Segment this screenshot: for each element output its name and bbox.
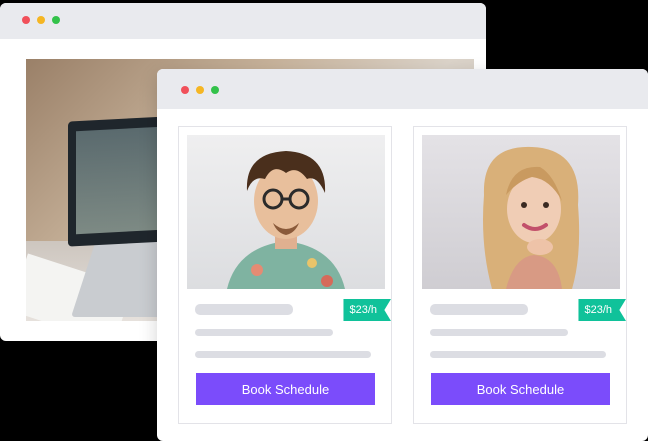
laptop-screen: [68, 116, 168, 247]
tutor-photo: [422, 135, 620, 289]
woman-portrait-icon: [483, 146, 580, 289]
name-placeholder: [195, 304, 293, 315]
price-badge: $23/h: [343, 299, 391, 321]
maximize-dot-icon[interactable]: [52, 16, 60, 24]
tutor-photo: [187, 135, 385, 289]
man-portrait-icon: [227, 151, 345, 289]
front-browser-window: $23/h Book Schedule $23/h Book Schedule: [157, 69, 648, 441]
window-titlebar: [157, 69, 648, 109]
window-titlebar: [0, 3, 486, 39]
price-badge: $23/h: [578, 299, 626, 321]
tutor-card[interactable]: $23/h Book Schedule: [178, 126, 392, 424]
text-placeholder: [195, 351, 371, 358]
text-placeholder: [195, 329, 333, 336]
minimize-dot-icon[interactable]: [196, 86, 204, 94]
text-placeholder: [430, 329, 568, 336]
laptop-video-feed: [76, 126, 164, 235]
maximize-dot-icon[interactable]: [211, 86, 219, 94]
book-schedule-button[interactable]: Book Schedule: [431, 373, 610, 405]
close-dot-icon[interactable]: [181, 86, 189, 94]
minimize-dot-icon[interactable]: [37, 16, 45, 24]
close-dot-icon[interactable]: [22, 16, 30, 24]
tutor-card[interactable]: $23/h Book Schedule: [413, 126, 627, 424]
name-placeholder: [430, 304, 528, 315]
book-schedule-button[interactable]: Book Schedule: [196, 373, 375, 405]
text-placeholder: [430, 351, 606, 358]
